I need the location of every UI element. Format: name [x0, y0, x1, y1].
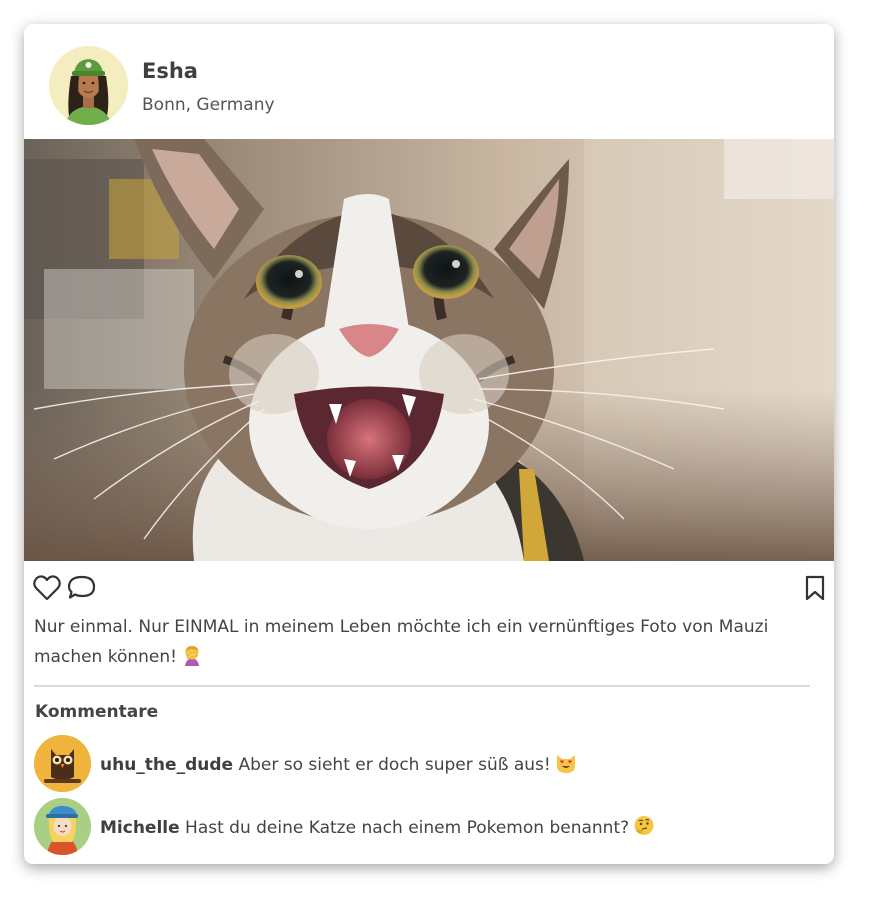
comment-item: Michelle Hast du deine Katze nach einem …: [34, 798, 814, 856]
comment-body: Aber so sieht er doch super süß aus!: [238, 755, 551, 775]
comment-username[interactable]: Michelle: [100, 818, 180, 838]
speech-bubble-icon[interactable]: [67, 575, 97, 605]
facepalm-emoji-icon: [181, 644, 203, 676]
comment-item: uhu_the_dude Aber so sieht er doch super…: [34, 735, 814, 793]
username[interactable]: Esha: [142, 59, 198, 83]
cat-photo-image: [24, 139, 834, 561]
post-caption: Nur einmal. Nur EINMAL in meinem Leben m…: [34, 612, 804, 676]
post-header: Esha Bonn, Germany: [24, 24, 834, 139]
bookmark-outline-icon[interactable]: [804, 575, 826, 605]
commenter-avatar[interactable]: [34, 735, 91, 792]
woman-green-cap-avatar-icon: [49, 46, 128, 125]
post-photo[interactable]: [24, 139, 834, 561]
comment-text-line: uhu_the_dude Aber so sieht er doch super…: [100, 752, 577, 779]
comment-body: Hast du deine Katze nach einem Pokemon b…: [185, 818, 630, 838]
user-location[interactable]: Bonn, Germany: [142, 95, 275, 115]
divider: [34, 685, 810, 687]
comment-text-line: Michelle Hast du deine Katze nach einem …: [100, 815, 655, 842]
comments-heading: Kommentare: [35, 702, 159, 722]
post-actions-bar: [24, 561, 834, 611]
commenter-avatar[interactable]: [34, 798, 91, 855]
thinking-face-emoji-icon: [633, 815, 655, 842]
owl-avatar-icon: [34, 735, 91, 792]
comment-username[interactable]: uhu_the_dude: [100, 755, 233, 775]
heart-eyes-cat-emoji-icon: [555, 752, 577, 779]
post-card: Esha Bonn, Germany Nur einmal. Nur EINMA…: [24, 24, 834, 864]
user-avatar[interactable]: [49, 46, 128, 125]
heart-outline-icon[interactable]: [33, 575, 61, 605]
caption-text: Nur einmal. Nur EINMAL in meinem Leben m…: [34, 617, 769, 667]
girl-blue-cap-avatar-icon: [34, 798, 91, 855]
